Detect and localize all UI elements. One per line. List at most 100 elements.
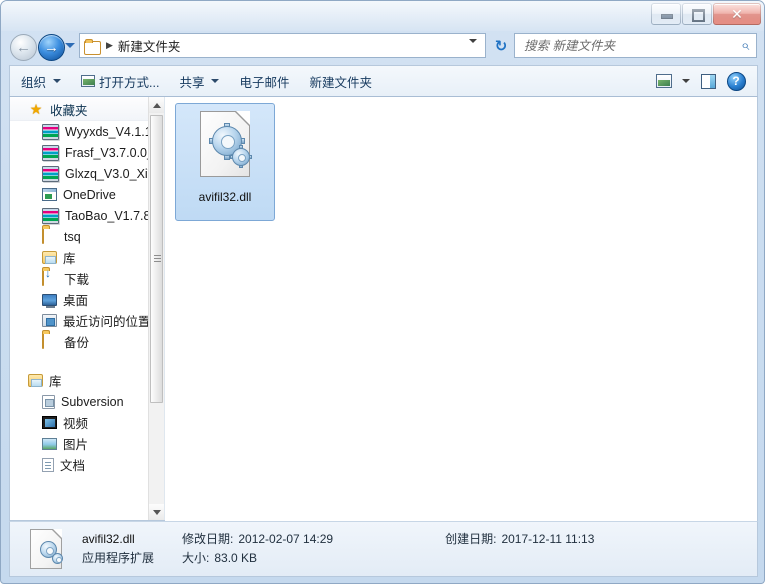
archive-icon bbox=[42, 144, 59, 161]
sidebar-item-recent-places[interactable]: 最近访问的位置 bbox=[10, 310, 150, 331]
sidebar-item-downloads[interactable]: 下载 bbox=[10, 268, 150, 289]
file-item[interactable]: avifil32.dll bbox=[175, 103, 275, 221]
minimize-icon bbox=[660, 9, 673, 20]
scroll-down-button[interactable] bbox=[149, 504, 164, 520]
video-icon bbox=[42, 416, 57, 429]
file-list-pane[interactable]: avifil32.dll bbox=[165, 97, 757, 526]
sidebar-group-libraries[interactable]: 库 bbox=[10, 370, 150, 391]
search-box[interactable]: ⌕ bbox=[514, 33, 757, 58]
sidebar-item-label: 视频 bbox=[63, 417, 89, 431]
change-view-button[interactable] bbox=[651, 69, 677, 93]
chevron-down-icon bbox=[65, 43, 75, 48]
folder-icon bbox=[42, 227, 58, 245]
sidebar-item-label: 图片 bbox=[63, 438, 89, 452]
share-menu-button[interactable]: 共享 bbox=[170, 68, 228, 94]
documents-icon bbox=[42, 457, 54, 472]
archive-icon bbox=[42, 165, 59, 182]
email-button[interactable]: 电子邮件 bbox=[230, 68, 298, 94]
details-size-label: 大小: bbox=[182, 551, 210, 565]
scroll-up-button[interactable] bbox=[149, 97, 164, 113]
close-icon: ✕ bbox=[731, 5, 743, 22]
library-icon bbox=[28, 374, 43, 387]
help-button[interactable]: ? bbox=[723, 69, 749, 93]
open-with-label: 打开方式... bbox=[99, 75, 160, 90]
change-view-dropdown[interactable] bbox=[679, 69, 693, 93]
help-icon: ? bbox=[726, 71, 746, 91]
organize-label: 组织 bbox=[21, 75, 47, 90]
downloads-icon bbox=[42, 269, 58, 287]
search-input[interactable] bbox=[522, 37, 724, 54]
refresh-button[interactable]: ↻ bbox=[491, 36, 511, 55]
folder-icon bbox=[42, 332, 58, 350]
sidebar-item-desktop[interactable]: 桌面 bbox=[10, 289, 150, 310]
sidebar-item-label: Subversion bbox=[61, 394, 124, 409]
sidebar-item-label: 备份 bbox=[64, 336, 90, 350]
view-options-icon bbox=[656, 74, 672, 88]
sidebar-item-label: 文档 bbox=[60, 459, 86, 473]
details-row-primary: avifil32.dll 修改日期: 2012-02-07 14:29 创建日期… bbox=[82, 530, 594, 549]
library-icon bbox=[42, 251, 57, 264]
details-modified-value: 2012-02-07 14:29 bbox=[238, 532, 334, 547]
details-row-secondary: 应用程序扩展 大小: 83.0 KB bbox=[82, 549, 594, 568]
dll-gear-icon bbox=[194, 111, 256, 185]
address-dropdown-button[interactable] bbox=[469, 39, 477, 57]
sidebar-item-label: Glxzq_V3.0_XiTo bbox=[65, 166, 150, 181]
sidebar-item-libraries-fav[interactable]: 库 bbox=[10, 247, 150, 268]
details-created-label: 创建日期: bbox=[445, 532, 497, 547]
details-file-type: 应用程序扩展 bbox=[82, 551, 155, 565]
sidebar-group-libraries-label: 库 bbox=[49, 375, 62, 389]
preview-pane-icon bbox=[700, 73, 716, 89]
recent-pages-dropdown[interactable] bbox=[65, 43, 76, 51]
chevron-down-icon bbox=[469, 39, 477, 57]
subversion-icon bbox=[42, 394, 55, 409]
sidebar-item-label: OneDrive bbox=[63, 187, 116, 202]
sidebar-item-label: 最近访问的位置 bbox=[63, 315, 150, 329]
sidebar-item-frasf[interactable]: Frasf_V3.7.0.0_X bbox=[10, 142, 150, 163]
sidebar-item-label: Frasf_V3.7.0.0_X bbox=[65, 145, 150, 160]
new-folder-button[interactable]: 新建文件夹 bbox=[300, 68, 381, 94]
navigation-bar: ← → ▶ 新建文件夹 ↻ ⌕ bbox=[1, 29, 764, 63]
caption-button-group: ✕ bbox=[651, 3, 761, 25]
new-folder-label: 新建文件夹 bbox=[309, 75, 372, 90]
onedrive-icon bbox=[42, 188, 57, 201]
open-with-button[interactable]: 打开方式... bbox=[72, 68, 168, 94]
close-button[interactable]: ✕ bbox=[713, 3, 761, 25]
forward-arrow-icon: → bbox=[44, 39, 59, 56]
sidebar-item-subversion[interactable]: Subversion bbox=[10, 391, 150, 412]
desktop-icon bbox=[42, 293, 57, 308]
email-label: 电子邮件 bbox=[239, 75, 290, 90]
back-button[interactable]: ← bbox=[10, 34, 37, 61]
address-bar[interactable]: ▶ 新建文件夹 bbox=[79, 33, 486, 58]
file-name-label: avifil32.dll bbox=[198, 190, 252, 204]
sidebar-item-backup[interactable]: 备份 bbox=[10, 331, 150, 352]
share-label: 共享 bbox=[179, 75, 205, 90]
preview-pane-button[interactable] bbox=[695, 69, 721, 93]
scrollbar-thumb[interactable] bbox=[150, 115, 163, 403]
sidebar-group-spacer bbox=[10, 352, 150, 370]
sidebar-item-onedrive[interactable]: OneDrive bbox=[10, 184, 150, 205]
sidebar-item-wyyxds[interactable]: Wyyxds_V4.1.1. bbox=[10, 121, 150, 142]
command-toolbar: 组织 打开方式... 共享 电子邮件 新建文件夹 ? bbox=[9, 65, 758, 97]
sidebar-item-tsq[interactable]: tsq bbox=[10, 226, 150, 247]
forward-button[interactable]: → bbox=[38, 34, 65, 61]
search-icon[interactable]: ⌕ bbox=[741, 37, 749, 54]
sidebar-item-label: Wyyxds_V4.1.1. bbox=[65, 124, 150, 139]
sidebar-item-glxzq[interactable]: Glxzq_V3.0_XiTo bbox=[10, 163, 150, 184]
maximize-button[interactable] bbox=[682, 3, 712, 25]
sidebar-item-taobao[interactable]: TaoBao_V1.7.8. bbox=[10, 205, 150, 226]
details-file-name: avifil32.dll bbox=[82, 532, 135, 547]
sidebar-group-favorites[interactable]: ★ 收藏夹 bbox=[10, 97, 150, 121]
breadcrumb-current-folder[interactable]: 新建文件夹 bbox=[118, 36, 181, 55]
sidebar-item-documents[interactable]: 文档 bbox=[10, 454, 150, 475]
navigation-pane-scrollbar[interactable] bbox=[148, 97, 164, 520]
sidebar-group-favorites-label: 收藏夹 bbox=[50, 103, 88, 118]
sidebar-item-pictures[interactable]: 图片 bbox=[10, 433, 150, 454]
sidebar-item-videos[interactable]: 视频 bbox=[10, 412, 150, 433]
archive-icon bbox=[42, 207, 59, 224]
sidebar-item-label: 下载 bbox=[64, 273, 90, 287]
title-bar: ✕ bbox=[1, 1, 764, 29]
organize-menu-button[interactable]: 组织 bbox=[12, 68, 70, 94]
breadcrumb-separator: ▶ bbox=[106, 40, 113, 50]
details-created-value: 2017-12-11 11:13 bbox=[501, 532, 595, 547]
minimize-button[interactable] bbox=[651, 3, 681, 25]
